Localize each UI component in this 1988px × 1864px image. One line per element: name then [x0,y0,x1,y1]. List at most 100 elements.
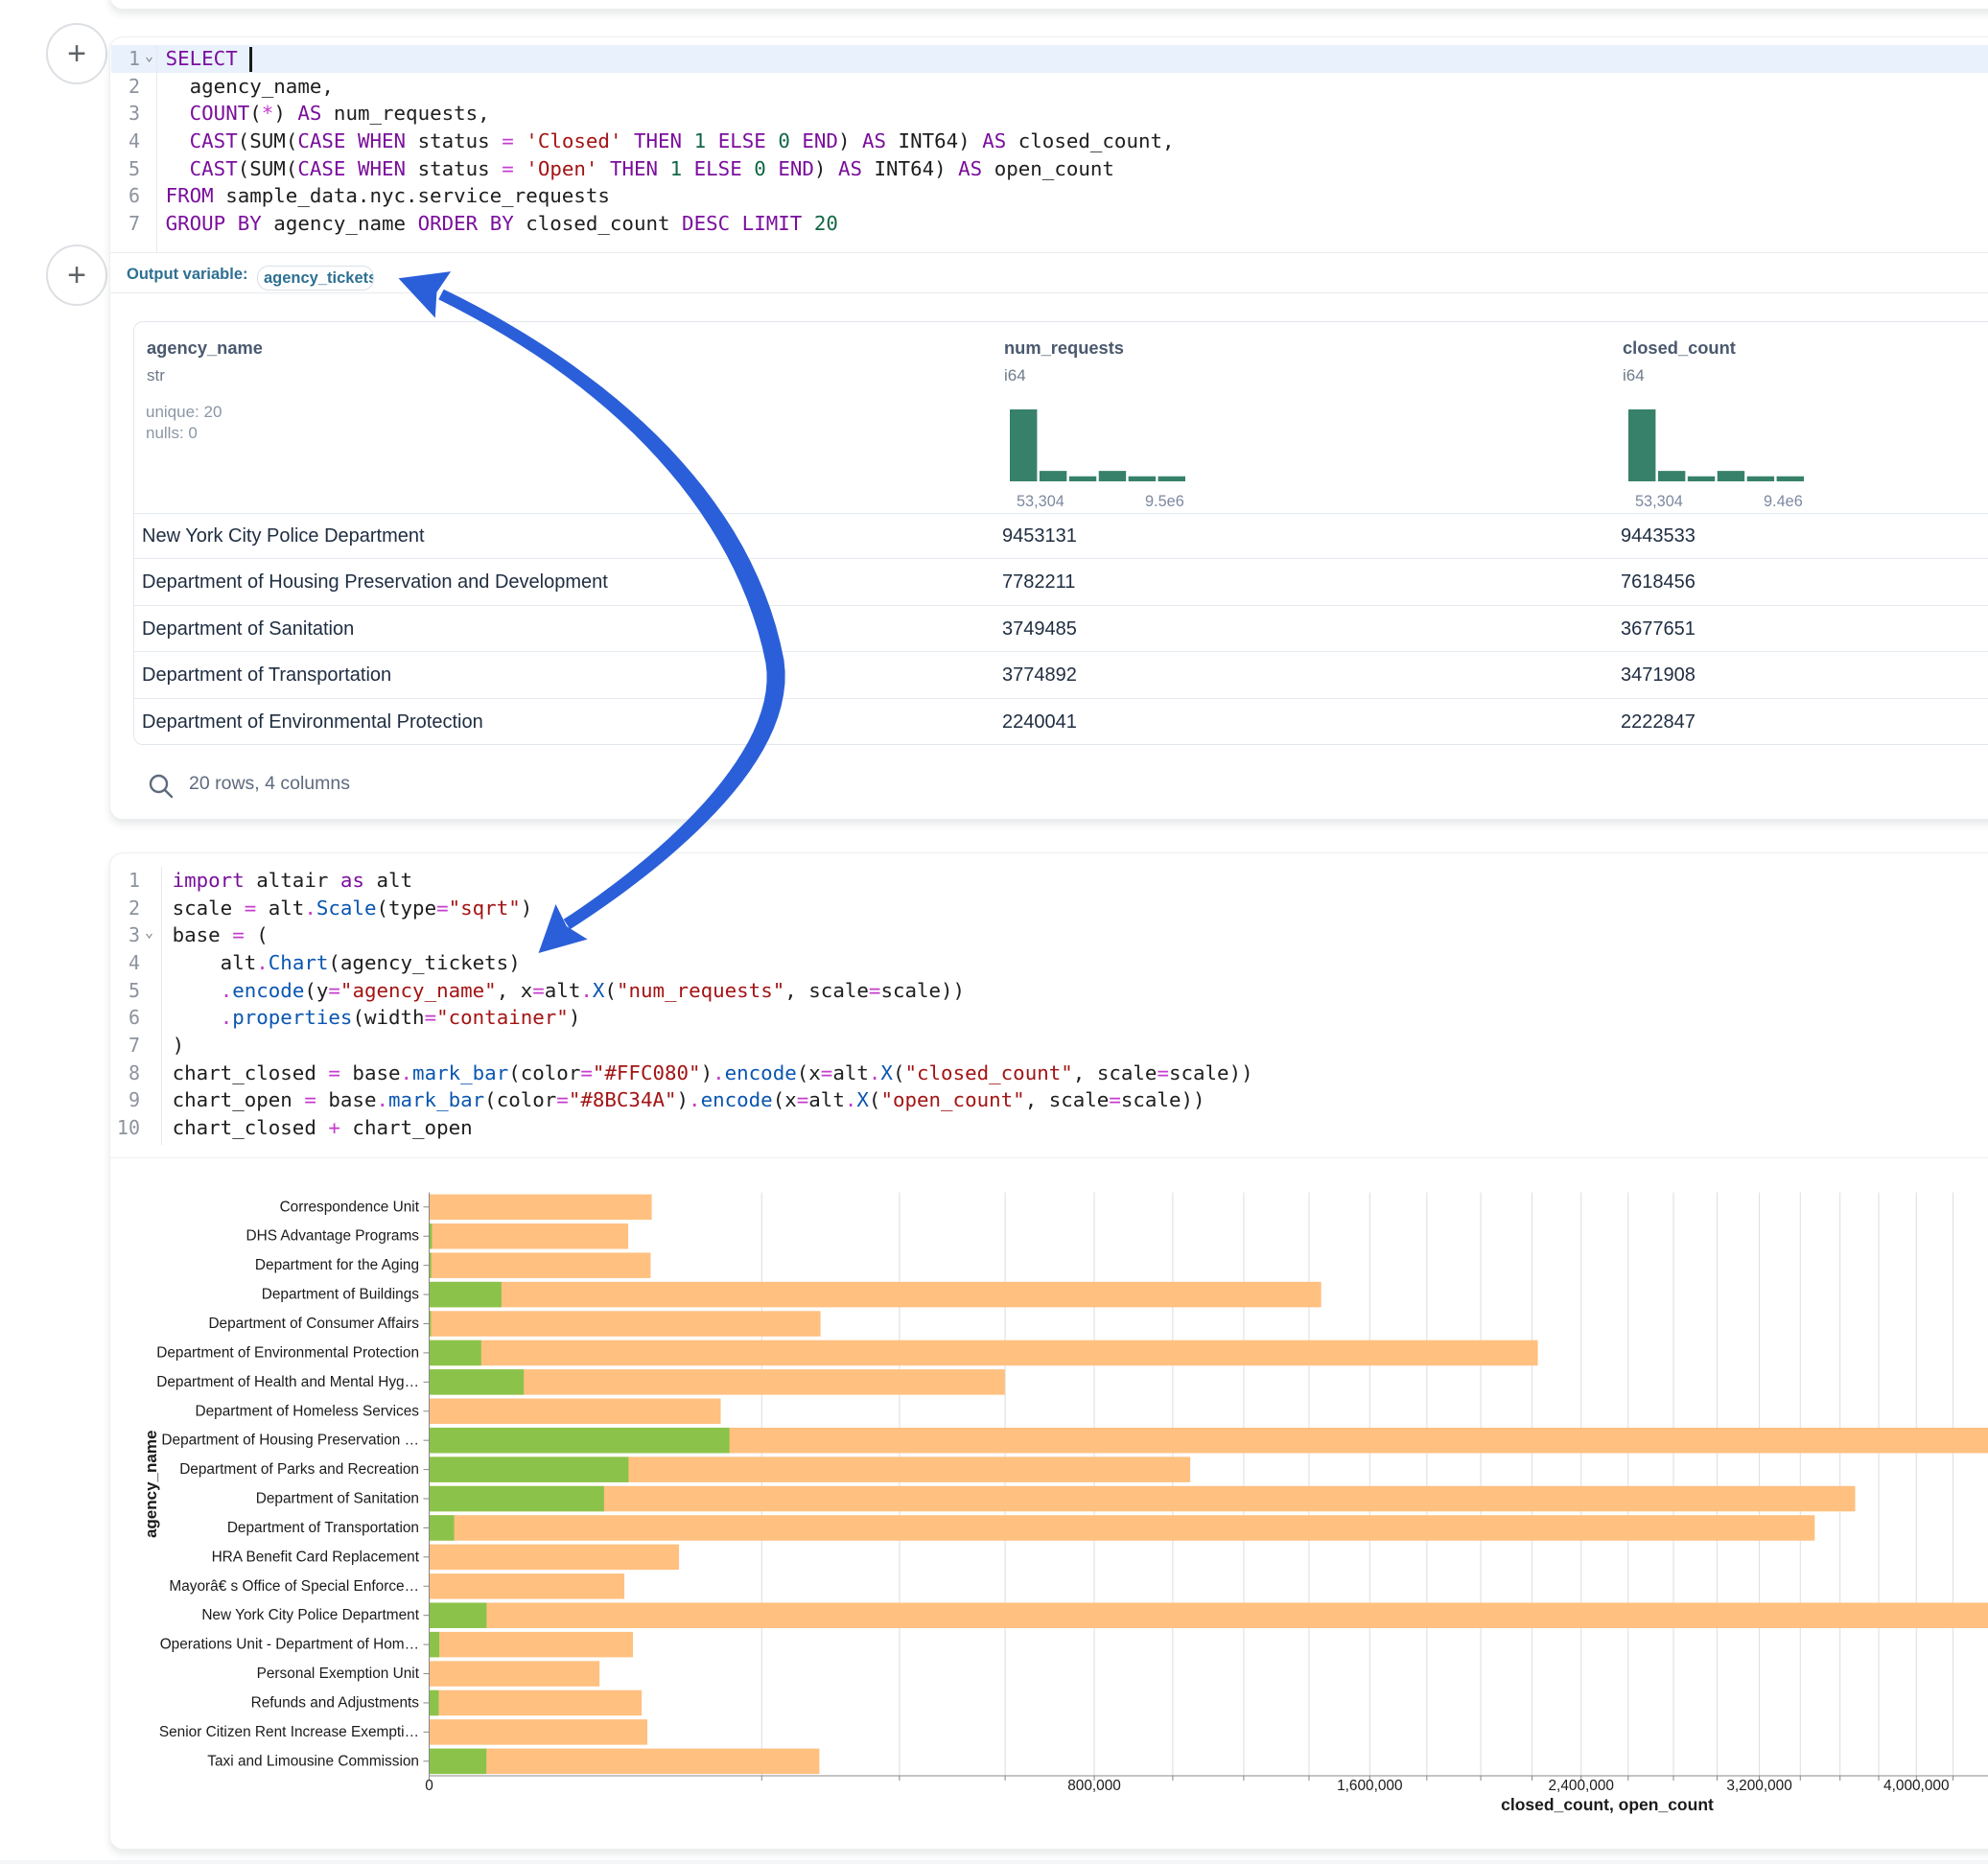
column-stat: unique: 20 [146,403,222,422]
code-token-fn: X [880,1061,893,1084]
code-token-plain [730,212,742,235]
code-token-plain: ) [701,1061,713,1084]
add-cell-button-top[interactable]: + [46,23,107,84]
svg-text:HRA Benefit Card Replacement: HRA Benefit Card Replacement [212,1549,420,1565]
code-line: 2 agency_name, [110,73,1988,101]
code-token-fn: mark_bar [412,1061,508,1084]
code-token-kw: AS [297,102,321,125]
code-token-fn: mark_bar [388,1088,484,1111]
code-token-num: 0 [778,129,790,152]
code-text: GROUP BY agency_name ORDER BY closed_cou… [166,210,838,238]
code-token-kw: CASE [297,129,345,152]
code-token-op: = [328,979,340,1002]
code-token-str: 'Closed' [526,129,621,152]
code-token-op: . [221,1006,233,1029]
line-number: 6 [102,182,140,210]
code-token-plain [597,157,610,180]
table-row[interactable]: Department of Environmental Protection22… [134,699,1988,745]
code-token-kw: LIMIT [742,212,803,235]
svg-text:Department for the Aging: Department for the Aging [255,1257,419,1273]
column-name: closed_count [1623,338,1736,359]
code-token-plain: ( [893,1061,905,1084]
code-token-plain [514,157,526,180]
line-number: 5 [102,155,140,183]
code-token-plain: , scale [1073,1061,1158,1084]
code-token-fn: encode [725,1061,797,1084]
code-token-str: "num_requests" [617,979,784,1002]
code-token-plain [478,212,490,235]
code-token-plain [766,129,779,152]
code-token-plain [621,129,634,152]
search-icon[interactable] [147,772,175,801]
table-cell: Department of Transportation [142,664,391,687]
code-token-plain [173,979,221,1002]
table-row[interactable]: Department of Sanitation37494853677651 [134,606,1988,652]
code-token-plain [166,157,190,180]
svg-text:Refunds and Adjustments: Refunds and Adjustments [251,1694,420,1711]
table-cell: 3749485 [1002,618,1077,641]
code-line: 6FROM sample_data.nyc.service_requests [110,182,1988,210]
code-token-kw: ORDER [418,212,479,235]
code-token-plain: (color [508,1061,580,1084]
line-number: 6 [102,1004,140,1032]
code-text: ) [173,1032,185,1060]
code-line: 1import altair as alt [110,867,1988,895]
code-token-plain: agency_name [262,212,418,235]
previous-cell-partial [109,0,1988,10]
table-row[interactable]: Department of Transportation377489234719… [134,652,1988,698]
code-token-op: . [689,1088,701,1111]
svg-text:Department of Environmental Pr: Department of Environmental Protection [156,1344,419,1361]
code-token-op: = [556,1088,569,1111]
table-cell: 3471908 [1621,664,1696,687]
code-token-plain [166,129,190,152]
line-number: 2 [102,895,140,922]
sql-code-editor[interactable]: 1⌄SELECT 2 agency_name,3 COUNT(*) AS num… [110,45,1988,252]
svg-text:Department of Parks and Recrea: Department of Parks and Recreation [179,1461,419,1478]
code-token-plain: closed_count [514,212,682,235]
code-token-plain: ) [814,157,838,180]
add-cell-button-middle[interactable]: + [46,245,107,306]
code-token-op: = [580,1061,593,1084]
column-type: i64 [1623,366,1645,385]
code-token-kw: ELSE [718,129,766,152]
table-row[interactable]: New York City Police Department945313194… [134,513,1988,559]
code-token-plain [766,157,779,180]
code-token-kw: CAST [190,157,238,180]
code-token-kw: as [340,869,364,892]
code-token-kw: THEN [610,157,658,180]
code-line: 10chart_closed + chart_open [110,1114,1988,1142]
python-code-editor[interactable]: 1import altair as alt2scale = alt.Scale(… [110,867,1988,1145]
code-token-str: "#8BC34A" [569,1088,677,1111]
code-token-op: . [845,1088,857,1111]
fold-chevron-icon[interactable]: ⌄ [145,919,153,946]
line-number: 4 [102,128,140,155]
code-token-plain: (SUM( [238,129,298,152]
code-token-kw: COUNT [190,102,250,125]
table-row[interactable]: Department of Housing Preservation and D… [134,559,1988,605]
code-token-fn: Chart [269,951,329,974]
code-token-fn: encode [701,1088,773,1111]
code-token-kw: SELECT [166,47,238,70]
code-token-str: "container" [436,1006,569,1029]
code-token-kw: DESC [682,212,730,235]
code-token-op: . [869,1061,881,1084]
code-token-plain: chart_open [340,1116,473,1139]
output-variable-chip[interactable]: agency_tickets [257,266,374,291]
code-text: chart_open = base.mark_bar(color="#8BC34… [173,1086,1205,1114]
code-token-op: . [401,1061,413,1084]
code-token-plain [658,157,670,180]
fold-chevron-icon[interactable]: ⌄ [145,42,153,70]
code-token-plain: alt [545,979,581,1002]
column-name: num_requests [1004,338,1124,359]
code-token-fn: X [856,1088,869,1111]
output-variable-label: Output variable: [127,266,248,284]
code-token-op: = [1109,1088,1121,1111]
code-token-plain: (SUM( [238,157,298,180]
code-token-op: . [256,951,269,974]
code-token-plain: alt [808,1088,845,1111]
code-token-plain: (agency_tickets) [328,951,520,974]
line-number: 1 [102,45,140,73]
table-cell: 2240041 [1002,711,1077,734]
chart-bars [430,1195,1988,1774]
code-text: import altair as alt [173,867,412,895]
